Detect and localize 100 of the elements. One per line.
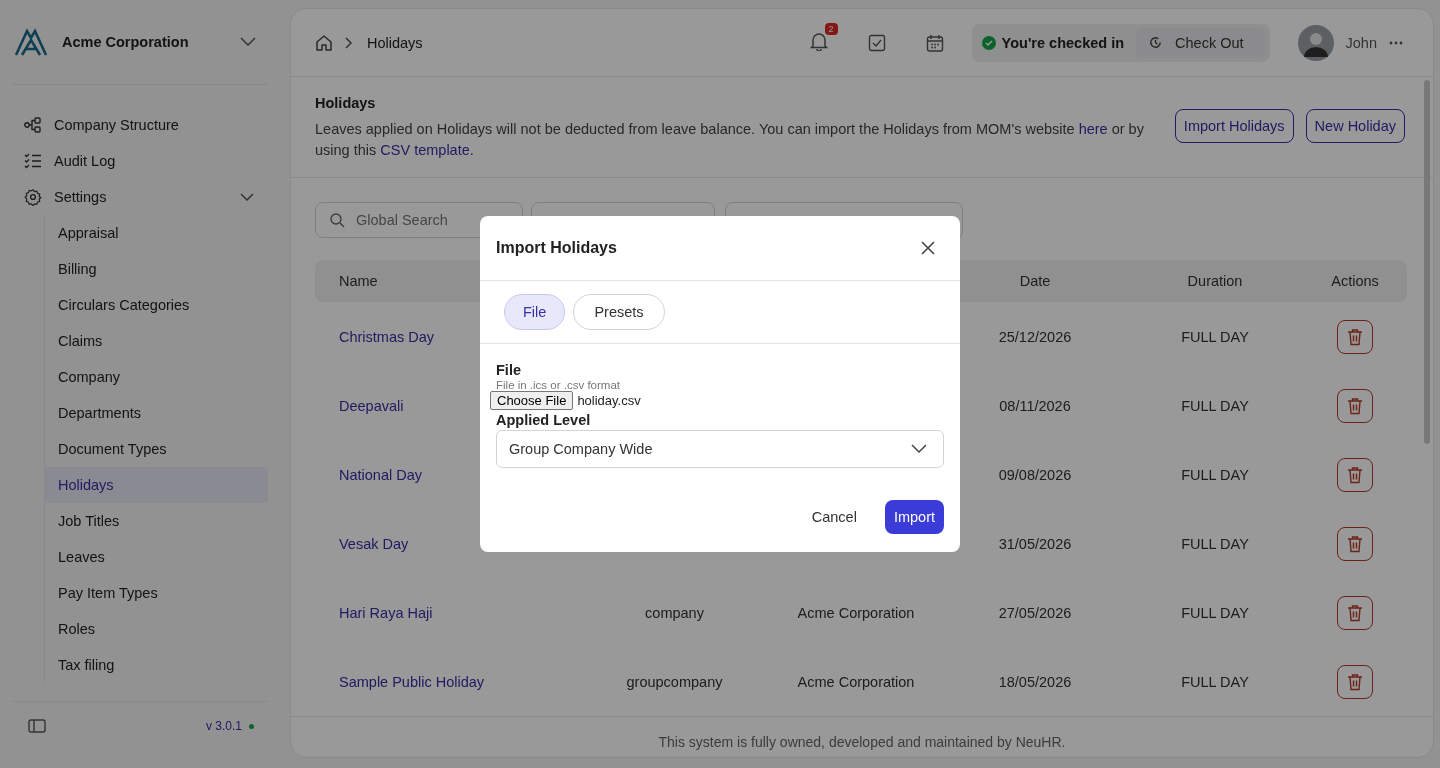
- field-label: File: [496, 362, 522, 378]
- table-cell: FULL DAY: [1181, 604, 1249, 621]
- column-header: Duration: [1187, 273, 1243, 289]
- table-cell: groupcompany: [626, 673, 723, 690]
- hierarchy-icon: [24, 117, 42, 133]
- sidebar-subitem[interactable]: Claims: [45, 323, 268, 359]
- chevron-down-icon: [911, 444, 927, 454]
- delete-button[interactable]: [1337, 664, 1373, 699]
- dialog-title: Import Holidays: [496, 239, 617, 257]
- settings-icon: [24, 188, 42, 206]
- field-hint: File in .ics or .csv format: [496, 380, 621, 391]
- table-cell: company: [645, 604, 704, 621]
- sidebar-subitem[interactable]: Holidays: [45, 467, 268, 503]
- column-header: Date: [1019, 273, 1051, 289]
- table-cell: 08/11/2026: [999, 397, 1071, 414]
- delete-button[interactable]: [1337, 319, 1373, 354]
- check-out-button[interactable]: Check Out: [1136, 27, 1266, 58]
- delete-button[interactable]: [1337, 526, 1373, 561]
- page-title: Holidays: [315, 95, 377, 111]
- sidebar-subitem[interactable]: Company: [45, 359, 268, 395]
- sidebar-subitem[interactable]: Leaves: [45, 539, 268, 575]
- check-circle-icon: [981, 35, 996, 50]
- holiday-name-link[interactable]: National Day: [315, 466, 422, 483]
- trash-icon: [1347, 603, 1363, 622]
- sidebar-subitem[interactable]: Billing: [45, 251, 268, 287]
- search-field[interactable]: Global Search: [315, 202, 523, 238]
- cancel-button[interactable]: Cancel: [805, 508, 863, 526]
- column-header: Actions: [1331, 273, 1379, 289]
- clock-icon: [1148, 35, 1164, 50]
- table-cell: 18/05/2026: [998, 673, 1072, 690]
- outline-button[interactable]: New Holiday: [1305, 109, 1405, 143]
- import-button[interactable]: Import: [884, 500, 944, 534]
- tab[interactable]: File: [504, 294, 566, 330]
- delete-button[interactable]: [1337, 457, 1373, 492]
- avatar[interactable]: [1297, 24, 1334, 61]
- table-cell: 31/05/2026: [998, 535, 1072, 552]
- sidebar-subitem[interactable]: Tax filing: [45, 647, 268, 683]
- tab[interactable]: Presets: [573, 294, 665, 330]
- checklist-icon: [24, 153, 42, 169]
- here-link[interactable]: here: [1078, 121, 1108, 137]
- checkbox-icon[interactable]: [867, 33, 886, 52]
- page-description: Leaves applied on Holidays will not be deducted from leave balance. You can import the Holidays from MOM's website here or by using this CSV template.: [315, 120, 1145, 160]
- table-cell: FULL DAY: [1181, 535, 1249, 552]
- sidebar-subitem[interactable]: Appraisal: [45, 215, 268, 251]
- sidebar-item[interactable]: Settings: [12, 179, 268, 215]
- sidebar-subitem[interactable]: Pay Item Types: [45, 575, 268, 611]
- close-icon[interactable]: [921, 241, 935, 255]
- user-name[interactable]: John: [1345, 34, 1377, 51]
- trash-icon: [1347, 327, 1363, 346]
- table-cell: Acme Corporation: [797, 604, 915, 621]
- logo-icon: [14, 28, 48, 56]
- holiday-name-link[interactable]: Deepavali: [315, 397, 404, 414]
- home-icon[interactable]: [315, 33, 333, 52]
- sidebar-toggle-icon[interactable]: [28, 719, 46, 733]
- sidebar-item[interactable]: Audit Log: [12, 143, 268, 179]
- trash-icon: [1347, 672, 1363, 691]
- trash-icon: [1347, 534, 1363, 553]
- sidebar-subitem[interactable]: Circulars Categories: [45, 287, 268, 323]
- footer-text: This system is fully owned, developed and maintained by NeuHR.: [291, 716, 1433, 757]
- company-name: Acme Corporation: [62, 34, 190, 50]
- version-label: v 3.0.1: [205, 719, 242, 733]
- chevron-right-icon: [345, 36, 353, 49]
- chevron-down-icon[interactable]: [240, 37, 256, 47]
- breadcrumb[interactable]: Holidays: [367, 34, 423, 51]
- field-label: Applied Level: [496, 412, 592, 428]
- delete-button[interactable]: [1337, 595, 1373, 630]
- calendar-icon[interactable]: [925, 33, 944, 52]
- choose-file-button[interactable]: Choose File: [490, 391, 574, 410]
- csv-template-link[interactable]: CSV template: [380, 142, 470, 158]
- more-icon[interactable]: [1389, 40, 1403, 45]
- file-name: holiday.csv: [577, 393, 641, 408]
- check-in-status: You're checked in: [1001, 34, 1125, 51]
- level-select[interactable]: Group Company Wide: [496, 430, 944, 468]
- holiday-name-link[interactable]: Vesak Day: [315, 535, 409, 552]
- notification-badge: 2: [824, 23, 838, 35]
- table-cell: Acme Corporation: [797, 673, 915, 690]
- sidebar-subitem[interactable]: Departments: [45, 395, 268, 431]
- trash-icon: [1347, 465, 1363, 484]
- delete-button[interactable]: [1337, 388, 1373, 423]
- status-dot-icon: [249, 723, 254, 729]
- table-cell: FULL DAY: [1181, 328, 1249, 345]
- table-cell: 09/08/2026: [998, 466, 1072, 483]
- sidebar-subitem[interactable]: Roles: [45, 611, 268, 647]
- sidebar-subitem[interactable]: Document Types: [45, 431, 268, 467]
- sidebar-subitem[interactable]: Job Titles: [45, 503, 268, 539]
- table-cell: 27/05/2026: [998, 604, 1072, 621]
- holiday-name-link[interactable]: Christmas Day: [315, 328, 435, 345]
- trash-icon: [1347, 396, 1363, 415]
- table-cell: FULL DAY: [1181, 466, 1249, 483]
- bell-icon[interactable]: [809, 31, 828, 51]
- table-cell: 25/12/2026: [998, 328, 1072, 345]
- column-header: Name: [338, 273, 378, 289]
- holiday-name-link[interactable]: Sample Public Holiday: [315, 673, 485, 690]
- table-cell: FULL DAY: [1181, 673, 1249, 690]
- sidebar-item[interactable]: Company Structure: [12, 107, 268, 143]
- holiday-name-link[interactable]: Hari Raya Haji: [315, 604, 433, 621]
- table-cell: FULL DAY: [1181, 397, 1249, 414]
- outline-button[interactable]: Import Holidays: [1174, 109, 1294, 143]
- scrollbar[interactable]: [1424, 80, 1430, 444]
- search-icon: [329, 212, 345, 228]
